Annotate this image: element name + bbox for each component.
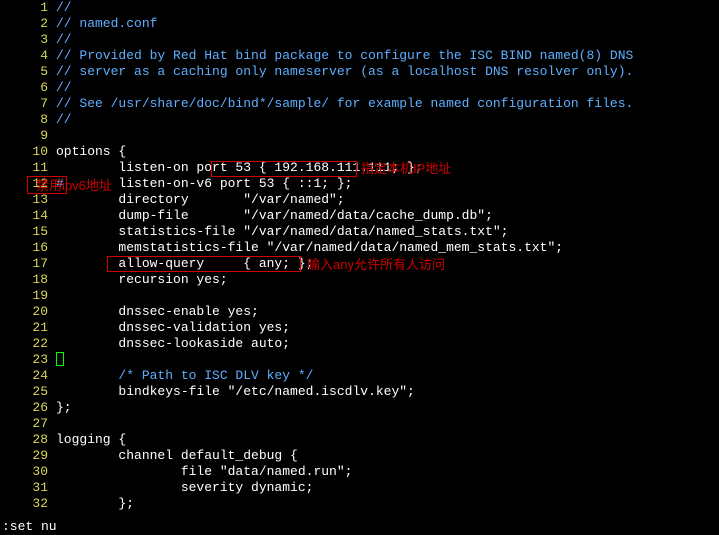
- line-number: 24: [0, 368, 56, 384]
- line-number: 10: [0, 144, 56, 160]
- code-content[interactable]: // See /usr/share/doc/bind*/sample/ for …: [56, 96, 633, 112]
- code-line[interactable]: 25 bindkeys-file "/etc/named.iscdlv.key"…: [0, 384, 719, 400]
- code-content[interactable]: severity dynamic;: [56, 480, 313, 496]
- code-line[interactable]: 24 /* Path to ISC DLV key */: [0, 368, 719, 384]
- code-line[interactable]: 14 dump-file "/var/named/data/cache_dump…: [0, 208, 719, 224]
- line-number: 2: [0, 16, 56, 32]
- line-number: 26: [0, 400, 56, 416]
- code-content[interactable]: dnssec-validation yes;: [56, 320, 290, 336]
- line-number: 22: [0, 336, 56, 352]
- code-line[interactable]: 10options {: [0, 144, 719, 160]
- code-content[interactable]: //: [56, 32, 72, 48]
- code-content[interactable]: # listen-on-v6 port 53 { ::1; };: [56, 176, 352, 192]
- code-content[interactable]: channel default_debug {: [56, 448, 298, 464]
- code-content[interactable]: allow-query { any; };: [56, 256, 313, 272]
- code-line[interactable]: 26};: [0, 400, 719, 416]
- code-content[interactable]: directory "/var/named";: [56, 192, 345, 208]
- line-number: 5: [0, 64, 56, 80]
- code-line[interactable]: 17 allow-query { any; };: [0, 256, 719, 272]
- line-number: 31: [0, 480, 56, 496]
- code-content[interactable]: //: [56, 112, 72, 128]
- code-content[interactable]: [56, 352, 64, 368]
- code-line[interactable]: 27: [0, 416, 719, 432]
- line-number: 19: [0, 288, 56, 304]
- code-content[interactable]: // server as a caching only nameserver (…: [56, 64, 633, 80]
- code-content[interactable]: };: [56, 496, 134, 512]
- line-number: 32: [0, 496, 56, 512]
- vim-statusbar: :set nu: [0, 519, 57, 535]
- code-content[interactable]: };: [56, 400, 72, 416]
- code-line[interactable]: 19: [0, 288, 719, 304]
- line-number: 13: [0, 192, 56, 208]
- line-number: 7: [0, 96, 56, 112]
- code-content[interactable]: options {: [56, 144, 126, 160]
- editor-viewport[interactable]: 1//2// named.conf3//4// Provided by Red …: [0, 0, 719, 512]
- line-number: 18: [0, 272, 56, 288]
- code-line[interactable]: 6//: [0, 80, 719, 96]
- line-number: 16: [0, 240, 56, 256]
- code-content[interactable]: // named.conf: [56, 16, 157, 32]
- line-number: 25: [0, 384, 56, 400]
- line-number: 20: [0, 304, 56, 320]
- code-line[interactable]: 20 dnssec-enable yes;: [0, 304, 719, 320]
- code-content[interactable]: //: [56, 80, 72, 96]
- line-number: 9: [0, 128, 56, 144]
- code-line[interactable]: 18 recursion yes;: [0, 272, 719, 288]
- code-content[interactable]: listen-on port 53 { 192.168.111.111; };: [56, 160, 423, 176]
- code-line[interactable]: 30 file "data/named.run";: [0, 464, 719, 480]
- code-line[interactable]: 32 };: [0, 496, 719, 512]
- code-line[interactable]: 2// named.conf: [0, 16, 719, 32]
- code-line[interactable]: 31 severity dynamic;: [0, 480, 719, 496]
- line-number: 8: [0, 112, 56, 128]
- code-line[interactable]: 7// See /usr/share/doc/bind*/sample/ for…: [0, 96, 719, 112]
- line-number: 15: [0, 224, 56, 240]
- line-number: 29: [0, 448, 56, 464]
- code-line[interactable]: 15 statistics-file "/var/named/data/name…: [0, 224, 719, 240]
- line-number: 27: [0, 416, 56, 432]
- line-number: 21: [0, 320, 56, 336]
- code-line[interactable]: 8//: [0, 112, 719, 128]
- code-line[interactable]: 11 listen-on port 53 { 192.168.111.111; …: [0, 160, 719, 176]
- line-number: 12: [0, 176, 56, 192]
- line-number: 28: [0, 432, 56, 448]
- code-content[interactable]: /* Path to ISC DLV key */: [56, 368, 313, 384]
- code-line[interactable]: 23: [0, 352, 719, 368]
- code-content[interactable]: recursion yes;: [56, 272, 228, 288]
- line-number: 17: [0, 256, 56, 272]
- code-content[interactable]: statistics-file "/var/named/data/named_s…: [56, 224, 508, 240]
- code-line[interactable]: 12# listen-on-v6 port 53 { ::1; };: [0, 176, 719, 192]
- line-number: 1: [0, 0, 56, 16]
- code-content[interactable]: logging {: [56, 432, 126, 448]
- code-content[interactable]: dnssec-lookaside auto;: [56, 336, 290, 352]
- code-line[interactable]: 21 dnssec-validation yes;: [0, 320, 719, 336]
- code-line[interactable]: 9: [0, 128, 719, 144]
- code-line[interactable]: 1//: [0, 0, 719, 16]
- code-content[interactable]: memstatistics-file "/var/named/data/name…: [56, 240, 563, 256]
- cursor: [56, 352, 64, 366]
- code-line[interactable]: 3//: [0, 32, 719, 48]
- line-number: 23: [0, 352, 56, 368]
- code-line[interactable]: 28logging {: [0, 432, 719, 448]
- line-number: 6: [0, 80, 56, 96]
- code-line[interactable]: 5// server as a caching only nameserver …: [0, 64, 719, 80]
- code-line[interactable]: 16 memstatistics-file "/var/named/data/n…: [0, 240, 719, 256]
- code-content[interactable]: // Provided by Red Hat bind package to c…: [56, 48, 633, 64]
- code-line[interactable]: 29 channel default_debug {: [0, 448, 719, 464]
- line-number: 3: [0, 32, 56, 48]
- line-number: 4: [0, 48, 56, 64]
- code-content[interactable]: dump-file "/var/named/data/cache_dump.db…: [56, 208, 493, 224]
- code-line[interactable]: 22 dnssec-lookaside auto;: [0, 336, 719, 352]
- code-content[interactable]: file "data/named.run";: [56, 464, 352, 480]
- code-content[interactable]: dnssec-enable yes;: [56, 304, 259, 320]
- code-line[interactable]: 13 directory "/var/named";: [0, 192, 719, 208]
- code-content[interactable]: //: [56, 0, 72, 16]
- line-number: 30: [0, 464, 56, 480]
- line-number: 11: [0, 160, 56, 176]
- line-number: 14: [0, 208, 56, 224]
- code-content[interactable]: bindkeys-file "/etc/named.iscdlv.key";: [56, 384, 415, 400]
- code-line[interactable]: 4// Provided by Red Hat bind package to …: [0, 48, 719, 64]
